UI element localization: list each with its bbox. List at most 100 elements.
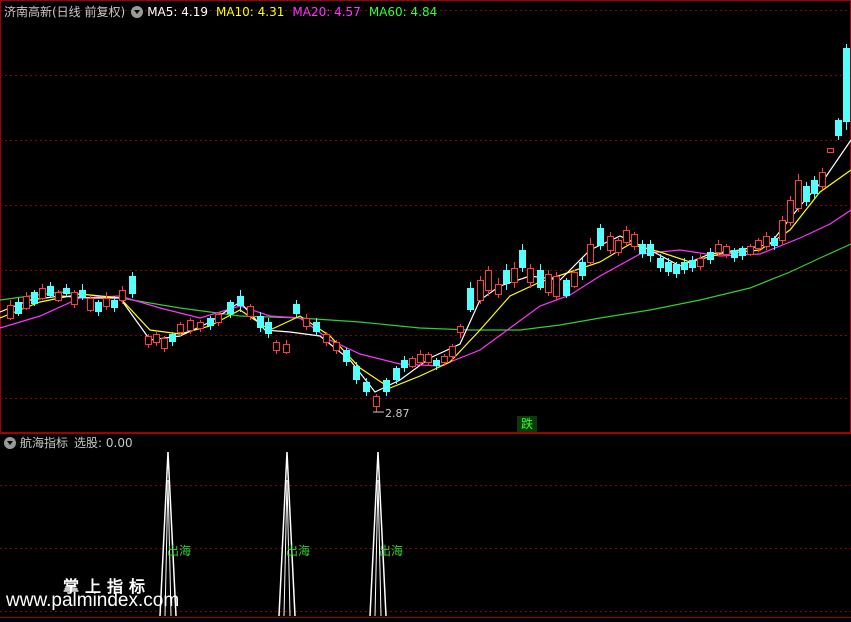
candle-body (519, 250, 526, 268)
candle-body (537, 270, 544, 288)
ma60-line (0, 243, 851, 331)
candle-body (383, 380, 390, 392)
candle-body (441, 356, 448, 363)
candle-body (657, 258, 664, 268)
candle-body (697, 258, 704, 267)
indicator-title: 航海指标 (20, 436, 69, 450)
candle-body (207, 318, 214, 326)
candle-body (15, 302, 22, 314)
candle-body (153, 334, 160, 343)
low-price-label: 2.87 (385, 407, 410, 420)
dropdown-icon[interactable] (4, 437, 16, 449)
candlesticks[interactable] (7, 44, 851, 412)
candle-body (373, 396, 380, 407)
candle-body (247, 306, 254, 317)
candle-body (631, 234, 638, 247)
candle-body (485, 270, 492, 291)
candle-body (79, 290, 86, 298)
candle-body (353, 366, 360, 380)
ma-label: MA5: 4.19 (147, 5, 208, 19)
candle-body (363, 382, 370, 392)
ma-label: MA20: 4.57 (292, 5, 361, 19)
candle-body (681, 262, 688, 270)
signal-label: 出海 (286, 544, 311, 558)
indicator-spikes (159, 451, 387, 617)
main-panel-border (0, 0, 851, 433)
candle-body (647, 244, 654, 256)
signal-spike (278, 451, 296, 617)
candle-body (811, 180, 818, 194)
candle-body (607, 236, 614, 251)
candle-body (571, 272, 578, 287)
candle-body (39, 288, 46, 299)
candle-body (23, 296, 30, 309)
candle-body (597, 228, 604, 246)
candle-body (457, 326, 464, 333)
candle-body (425, 354, 432, 363)
ma20-line (0, 209, 851, 367)
candle-body (197, 322, 204, 329)
candle-body (467, 288, 474, 310)
candle-body (623, 230, 630, 243)
indicator-value: 选股: 0.00 (74, 436, 133, 450)
signal-badge: 跌 (517, 416, 537, 432)
candle-body (755, 240, 762, 249)
candle-body (401, 360, 408, 368)
candle-body (273, 342, 280, 351)
ma-label: MA60: 4.84 (368, 5, 438, 19)
candle-body (177, 324, 184, 333)
watermark-url: www.palmindex.com (6, 590, 180, 611)
candle-body (63, 288, 70, 294)
candle-body (283, 344, 290, 353)
candle-body (739, 248, 746, 256)
candle-body (707, 252, 714, 260)
candle-body (187, 320, 194, 331)
candle-body (169, 334, 176, 342)
candle-body (313, 322, 320, 332)
candle-body (31, 292, 38, 304)
candle-body (227, 302, 234, 314)
candle-body (511, 268, 518, 283)
candle-body (449, 346, 456, 357)
candle-body (215, 314, 222, 323)
candle-body (495, 284, 502, 295)
candle-body (145, 336, 152, 345)
candle-body (673, 264, 680, 274)
candle-body (763, 236, 770, 247)
chart-canvas[interactable] (0, 0, 851, 622)
stock-title: 济南高新(日线 前复权) (4, 5, 126, 19)
candle-body (265, 322, 272, 334)
candle-body (433, 360, 440, 366)
candle-body (71, 292, 78, 305)
candle-body (417, 354, 424, 363)
candle-body (795, 180, 802, 209)
candle-body (393, 368, 400, 380)
candle-body (333, 342, 340, 351)
ma20-path (0, 209, 851, 367)
candle-body (293, 304, 300, 314)
indicator-panel-header: 航海指标 选股: 0.00 (4, 435, 133, 451)
grid-lines (0, 10, 851, 612)
main-panel-header: 济南高新(日线 前复权) MA5: 4.19 MA10: 4.31 MA20: 4.… (4, 4, 445, 20)
dropdown-icon[interactable] (131, 6, 144, 18)
ma60-path (0, 243, 851, 331)
candle-body (119, 290, 126, 301)
candle-body (527, 268, 534, 283)
candle-body (323, 334, 330, 343)
candle-body (835, 120, 842, 136)
candle-body (787, 200, 794, 223)
candle-body (129, 276, 136, 294)
candle-body (343, 350, 350, 362)
candle-body (843, 48, 850, 122)
candle-body (563, 280, 570, 296)
candle-body (579, 262, 586, 276)
signal-label: 出海 (167, 544, 192, 558)
candle-body (615, 240, 622, 253)
candle-body (779, 220, 786, 241)
candle-body (503, 270, 510, 284)
candle-body (257, 316, 264, 328)
candle-body (639, 244, 646, 254)
candle-body (731, 250, 738, 258)
candle-body (723, 246, 730, 255)
candle-body (111, 300, 118, 308)
